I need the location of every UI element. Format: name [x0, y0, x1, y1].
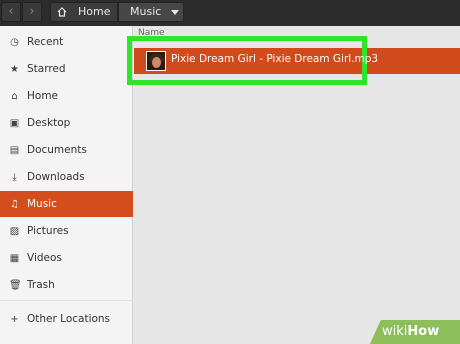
back-button[interactable]: ‹ [1, 2, 21, 22]
home-icon [57, 7, 67, 17]
star-icon: ★ [10, 64, 19, 75]
sidebar-item-pictures[interactable]: ▨ Pictures [0, 218, 133, 244]
sidebar-item-label: Recent [27, 36, 64, 48]
sidebar-item-label: Other Locations [27, 313, 111, 325]
desktop-icon: ▣ [9, 118, 20, 129]
sidebar-item-documents[interactable]: ▤ Documents [0, 137, 133, 163]
download-icon: ⤓ [12, 172, 17, 183]
sidebar-item-label: Documents [27, 144, 87, 156]
sidebar-item-trash[interactable]: 🗑 Trash [0, 272, 133, 298]
sidebar-item-label: Music [27, 198, 57, 210]
sidebar-item-label: Starred [27, 63, 66, 75]
clock-icon: ◷ [10, 37, 19, 48]
sidebar-item-other-locations[interactable]: + Other Locations [0, 306, 133, 332]
sidebar-item-videos[interactable]: ▦ Videos [0, 245, 133, 271]
sidebar-divider [0, 300, 133, 301]
home-icon: ⌂ [11, 91, 18, 102]
sidebar-item-desktop[interactable]: ▣ Desktop [0, 110, 133, 136]
plus-icon: + [10, 314, 19, 325]
video-icon: ▦ [9, 253, 20, 264]
wikihow-watermark: wikiHow [370, 320, 460, 344]
trash-icon: 🗑 [9, 280, 22, 291]
breadcrumb-music[interactable]: Music [118, 2, 184, 22]
chevron-down-icon[interactable] [171, 10, 179, 15]
chevron-right-icon: › [29, 4, 35, 19]
header-bar: ‹ › Home Music [0, 0, 460, 26]
file-name[interactable]: Pixie Dream Girl - Pixie Dream Girl.mp3 [171, 53, 378, 65]
picture-icon: ▨ [9, 226, 20, 237]
sidebar-item-label: Trash [27, 279, 55, 291]
sidebar-item-label: Videos [27, 252, 62, 264]
sidebar: ◷ Recent ★ Starred ⌂ Home ▣ Desktop ▤ Do… [0, 26, 133, 344]
sidebar-item-label: Desktop [27, 117, 71, 129]
sidebar-item-label: Pictures [27, 225, 69, 237]
breadcrumb-home-label: Home [78, 5, 111, 18]
sidebar-item-music[interactable]: ♫ Music [0, 191, 133, 217]
breadcrumb-music-label: Music [130, 5, 162, 18]
music-icon: ♫ [10, 199, 19, 210]
sidebar-item-label: Downloads [27, 171, 85, 183]
breadcrumb-home[interactable]: Home [50, 2, 118, 22]
document-icon: ▤ [9, 145, 20, 156]
chevron-left-icon: ‹ [8, 4, 14, 19]
forward-button[interactable]: › [22, 2, 42, 22]
sidebar-item-recent[interactable]: ◷ Recent [0, 29, 133, 55]
sidebar-item-home[interactable]: ⌂ Home [0, 83, 133, 109]
sidebar-item-starred[interactable]: ★ Starred [0, 56, 133, 82]
sidebar-item-label: Home [27, 90, 59, 102]
sidebar-item-downloads[interactable]: ⤓ Downloads [0, 164, 133, 190]
album-art-thumbnail [146, 51, 166, 71]
